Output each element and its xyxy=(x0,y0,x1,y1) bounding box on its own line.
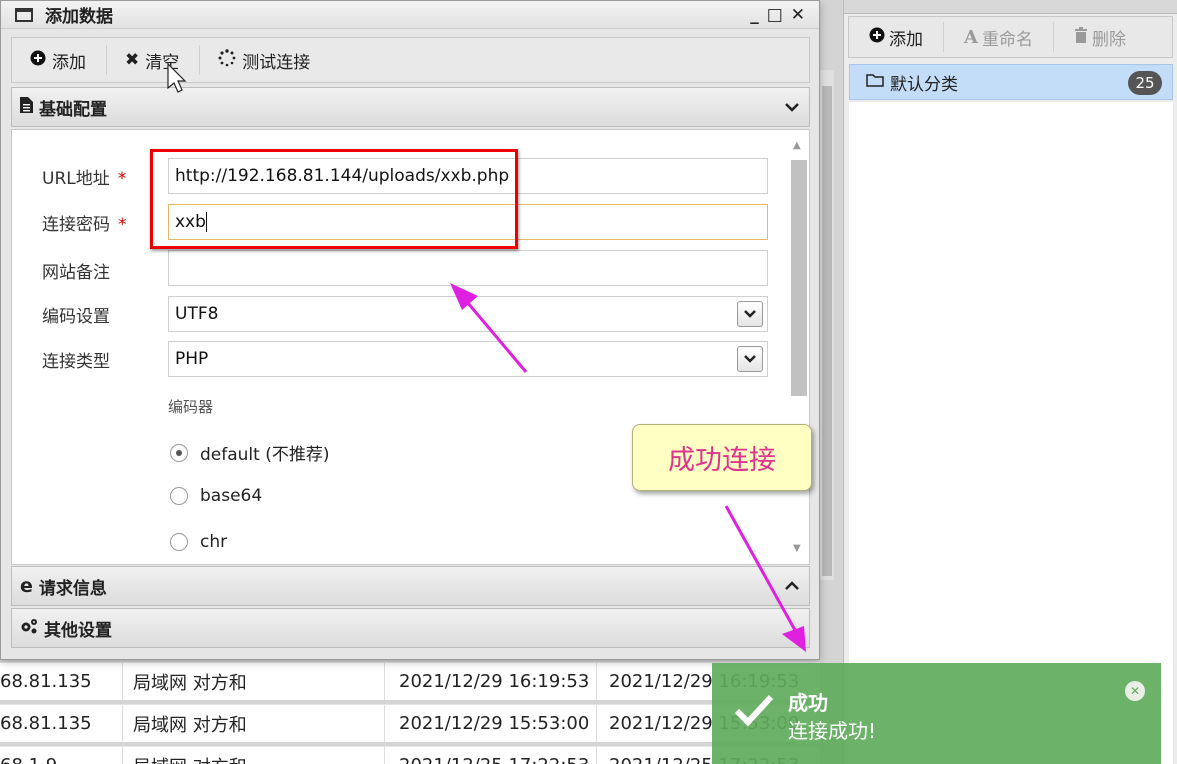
checkmark-icon xyxy=(734,693,774,731)
add-button[interactable]: 添加 xyxy=(12,45,107,75)
close-button[interactable]: ✕ xyxy=(791,5,805,25)
type-value: PHP xyxy=(175,349,209,369)
password-label-text: 连接密码 xyxy=(42,215,110,235)
section-other-settings[interactable]: 其他设置 xyxy=(11,608,810,648)
type-label: 连接类型 xyxy=(42,352,110,372)
trash-icon xyxy=(1074,26,1088,48)
dialog-title: 添加数据 xyxy=(45,7,113,27)
chevron-down-icon[interactable] xyxy=(785,98,799,116)
encoder-radio-default[interactable]: default (不推荐) xyxy=(170,440,329,465)
password-label: 连接密码 * xyxy=(42,210,127,235)
cell-created: 2021/12/29 16:19:53 xyxy=(384,663,596,700)
test-connection-label: 测试连接 xyxy=(242,52,311,73)
plus-circle-icon xyxy=(869,27,885,48)
close-icon[interactable]: ✕ xyxy=(1125,681,1145,701)
folder-icon xyxy=(866,72,884,92)
close-x-icon: ✖ xyxy=(125,50,140,70)
e-icon: e xyxy=(20,575,33,597)
encoder-option-label: base64 xyxy=(200,486,263,506)
table-row[interactable]: 68.1.9 局域网 对方和 2021/12/25 17:22:53 2021/… xyxy=(0,746,820,764)
chevron-up-icon[interactable] xyxy=(785,577,799,595)
clear-button[interactable]: ✖ 清空 xyxy=(107,45,201,75)
encoder-radio-chr[interactable]: chr xyxy=(170,532,227,552)
list-scrollbar[interactable] xyxy=(820,70,834,580)
screen: { "dialog": { "title": "添加数据", "controls… xyxy=(0,0,1177,764)
minimize-button[interactable]: _ xyxy=(750,5,759,25)
window-controls: _ □ ✕ xyxy=(750,5,805,25)
category-panel: 添加 A 重命名 删除 默认分类 25 xyxy=(843,0,1177,764)
radio-unchecked-icon[interactable] xyxy=(170,533,188,551)
toast-title: 成功 xyxy=(788,691,828,715)
form-scrollbar[interactable]: ▲ ▼ xyxy=(791,134,807,560)
table-row[interactable]: 68.81.135 局域网 对方和 2021/12/29 16:19:53 20… xyxy=(0,662,820,700)
cell-created: 2021/12/29 15:53:00 xyxy=(384,705,596,742)
category-rename-label: 重命名 xyxy=(981,29,1033,50)
encoding-select[interactable]: UTF8 xyxy=(168,296,768,332)
cell-ip: 68.81.135 xyxy=(0,713,92,734)
gears-icon xyxy=(20,618,38,639)
maximize-button[interactable]: □ xyxy=(767,5,783,25)
chevron-down-icon[interactable] xyxy=(737,301,763,327)
url-label: URL地址 * xyxy=(42,164,126,189)
cell-ip: 68.81.135 xyxy=(0,671,92,692)
type-select[interactable]: PHP xyxy=(168,341,768,377)
spinner-icon xyxy=(218,48,236,72)
list-scrollbar-thumb[interactable] xyxy=(822,86,832,576)
highlight-box xyxy=(150,149,518,249)
category-panel-header xyxy=(844,0,1177,14)
radio-unchecked-icon[interactable] xyxy=(170,487,188,505)
encoder-option-label: chr xyxy=(200,532,228,552)
document-icon xyxy=(20,96,33,118)
cell-location: 局域网 对方和 xyxy=(122,747,384,764)
add-data-dialog: 添加数据 _ □ ✕ 添加 ✖ 清空 测试连接 基础配置 URL地址 * htt… xyxy=(0,0,820,660)
cell-location: 局域网 对方和 xyxy=(122,705,384,742)
scroll-up-icon[interactable]: ▲ xyxy=(793,140,801,151)
dialog-toolbar: 添加 ✖ 清空 测试连接 xyxy=(11,37,810,83)
encoding-label: 编码设置 xyxy=(42,307,110,327)
url-label-text: URL地址 xyxy=(42,169,110,189)
note-input[interactable] xyxy=(168,250,768,286)
plus-circle-icon xyxy=(30,50,46,71)
toast-message: 连接成功! xyxy=(788,719,877,743)
category-item-label: 默认分类 xyxy=(890,74,958,95)
encoder-radio-base64[interactable]: base64 xyxy=(170,486,262,506)
section-other-label: 其他设置 xyxy=(44,620,112,641)
category-add-button[interactable]: 添加 xyxy=(849,22,944,52)
category-item-default[interactable]: 默认分类 25 xyxy=(849,64,1173,100)
annotation-callout: 成功连接 xyxy=(632,424,812,491)
required-mark: * xyxy=(118,215,127,235)
category-rename-button[interactable]: A 重命名 xyxy=(944,22,1054,52)
radio-checked-icon[interactable] xyxy=(170,443,188,462)
category-delete-button[interactable]: 删除 xyxy=(1054,22,1146,52)
cell-created: 2021/12/25 17:22:53 xyxy=(384,747,596,764)
category-delete-label: 删除 xyxy=(1091,29,1126,50)
scroll-down-icon[interactable]: ▼ xyxy=(793,543,801,554)
cell-location: 局域网 对方和 xyxy=(122,663,384,700)
category-toolbar: 添加 A 重命名 删除 xyxy=(848,16,1173,58)
encoding-value: UTF8 xyxy=(175,304,219,324)
section-basic-label: 基础配置 xyxy=(39,99,107,120)
table-row[interactable]: 68.81.135 局域网 对方和 2021/12/29 15:53:00 20… xyxy=(0,704,820,742)
font-a-icon: A xyxy=(964,26,978,48)
success-toast: 成功 连接成功! ✕ xyxy=(712,663,1161,764)
form-scrollbar-thumb[interactable] xyxy=(791,160,807,396)
add-label: 添加 xyxy=(52,52,86,73)
section-request-info[interactable]: e 请求信息 xyxy=(11,566,810,606)
encoder-option-label: default (不推荐) xyxy=(200,445,330,465)
window-icon xyxy=(15,7,33,22)
category-add-label: 添加 xyxy=(889,29,923,50)
encoder-label: 编码器 xyxy=(168,398,214,416)
test-connection-button[interactable]: 测试连接 xyxy=(200,45,330,75)
required-mark: * xyxy=(117,169,127,189)
clear-label: 清空 xyxy=(145,52,180,73)
category-count-badge: 25 xyxy=(1128,71,1162,95)
cell-ip: 68.1.9 xyxy=(0,755,122,764)
section-basic-config[interactable]: 基础配置 xyxy=(11,87,810,127)
note-label: 网站备注 xyxy=(42,263,110,283)
section-request-label: 请求信息 xyxy=(38,578,107,599)
chevron-down-icon[interactable] xyxy=(737,346,763,372)
dialog-titlebar[interactable]: 添加数据 xyxy=(1,1,819,29)
